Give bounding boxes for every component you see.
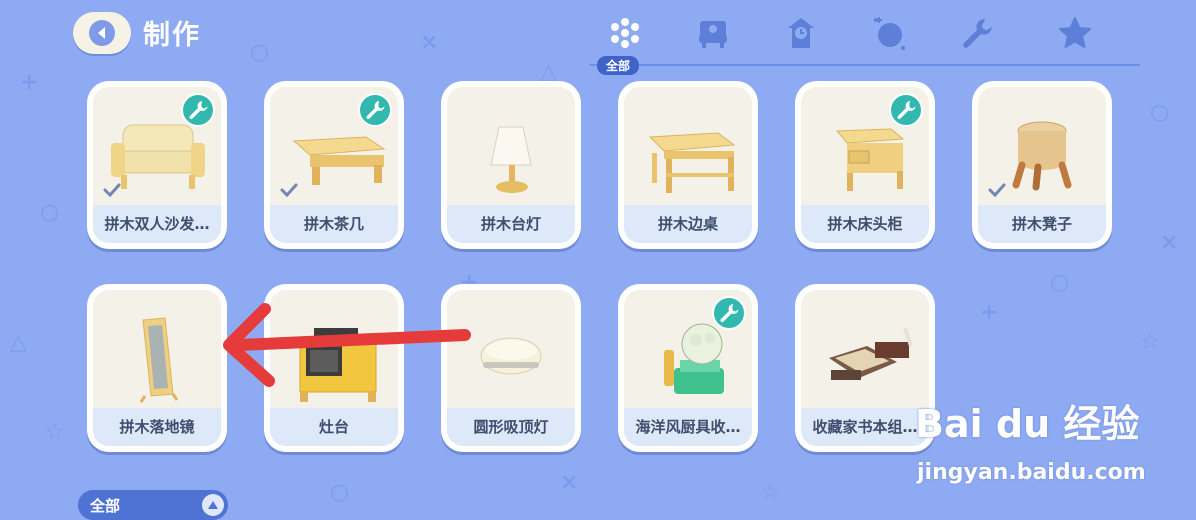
- filter-dropdown[interactable]: 全部: [78, 490, 228, 520]
- page-title: 制作: [143, 20, 201, 51]
- crafted-check-icon: [988, 183, 1006, 197]
- recipe-label: 拼木边桌: [624, 205, 752, 243]
- wrench-icon: [963, 19, 992, 48]
- recipe-label: 拼木床头柜: [801, 205, 929, 243]
- furniture-icon: [699, 21, 727, 48]
- recipe-label: 灶台: [270, 408, 398, 446]
- recipe-card-side-table[interactable]: 拼木边桌: [618, 81, 758, 249]
- recipe-label: 圆形吸顶灯: [447, 408, 575, 446]
- watermark-url: jingyan.baidu.com: [917, 460, 1146, 485]
- customize-wrench-icon: [712, 296, 746, 330]
- back-arrow-icon: [89, 20, 115, 46]
- back-button[interactable]: [73, 12, 131, 54]
- watermark-brand: Bai du 经验: [915, 402, 1140, 446]
- recipe-label: 收藏家书本组…: [801, 408, 929, 446]
- filter-label: 全部: [90, 497, 121, 515]
- table-lamp-image: [447, 95, 575, 205]
- recipe-label: 拼木凳子: [978, 205, 1106, 243]
- recipe-card-ocean-kitchen-rack[interactable]: 海洋风厨具收…: [618, 284, 758, 452]
- category-tabs: 全部: [590, 8, 1140, 75]
- tab-ball[interactable]: [864, 8, 914, 58]
- recipe-card-coffee-table[interactable]: 拼木茶几: [264, 81, 404, 249]
- floor-mirror-image: [93, 298, 221, 408]
- recipe-card-table-lamp[interactable]: 拼木台灯: [441, 81, 581, 249]
- collector-books-image: [801, 298, 929, 408]
- crafted-check-icon: [103, 183, 121, 197]
- recipe-label: 海洋风厨具收…: [624, 408, 752, 446]
- tab-furniture[interactable]: [688, 8, 738, 58]
- recipe-label: 拼木落地镜: [93, 408, 221, 446]
- recipe-card-nightstand[interactable]: 拼木床头柜: [795, 81, 935, 249]
- recipe-label: 拼木茶几: [270, 205, 398, 243]
- ball-icon: [874, 17, 905, 50]
- recipe-card-stool[interactable]: 拼木凳子: [972, 81, 1112, 249]
- tab-clock[interactable]: [776, 8, 826, 58]
- customize-wrench-icon: [358, 93, 392, 127]
- crafted-check-icon: [280, 183, 298, 197]
- recipe-label: 拼木双人沙发…: [93, 205, 221, 243]
- tab-tools[interactable]: [952, 8, 1002, 58]
- red-pointer-arrow: [223, 303, 471, 387]
- clock-icon: [788, 18, 814, 48]
- tab-all-label: 全部: [597, 56, 640, 75]
- tab-favorites[interactable]: [1050, 8, 1100, 58]
- tab-all[interactable]: [600, 8, 650, 58]
- chevron-up-icon: [202, 494, 224, 516]
- recipe-label: 拼木台灯: [447, 205, 575, 243]
- customize-wrench-icon: [889, 93, 923, 127]
- recipe-card-sofa[interactable]: 拼木双人沙发…: [87, 81, 227, 249]
- recipe-card-collector-books[interactable]: 收藏家书本组…: [795, 284, 935, 452]
- side-table-image: [624, 95, 752, 205]
- tab-underline: [590, 64, 1140, 66]
- star-icon: [1059, 17, 1091, 48]
- recipe-card-floor-mirror[interactable]: 拼木落地镜: [87, 284, 227, 452]
- customize-wrench-icon: [181, 93, 215, 127]
- all-icon: [611, 18, 639, 48]
